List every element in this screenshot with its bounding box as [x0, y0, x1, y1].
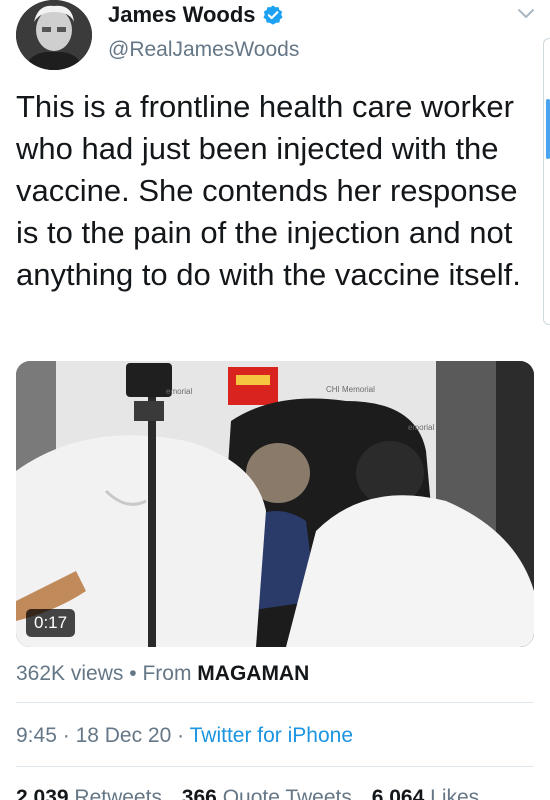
- verified-badge-icon: [263, 5, 283, 25]
- video-source-link[interactable]: MAGAMAN: [197, 662, 309, 685]
- banner-text-right: CHI Memorial: [326, 385, 375, 394]
- divider: [16, 766, 534, 767]
- likes-stat[interactable]: 6,064 Likes: [372, 786, 479, 800]
- client-link[interactable]: Twitter for iPhone: [190, 724, 353, 747]
- video-duration-badge: 0:17: [26, 609, 76, 637]
- author-name-row[interactable]: James Woods: [108, 2, 284, 28]
- tweet-time[interactable]: 9:45: [16, 724, 57, 747]
- retweets-stat[interactable]: 2,039 Retweets: [16, 786, 162, 800]
- divider: [16, 702, 534, 703]
- quotes-count: 366: [181, 786, 217, 800]
- avatar[interactable]: [16, 0, 92, 70]
- view-count: 362K views: [16, 662, 124, 685]
- retweets-label: Retweets: [74, 786, 162, 800]
- likes-count: 6,064: [371, 786, 425, 800]
- from-label: From: [142, 662, 192, 685]
- video-player[interactable]: emorial CHI Memorial emorial 0:17: [16, 361, 534, 647]
- tweet-meta: 9:45 · 18 Dec 20 · Twitter for iPhone: [16, 724, 353, 748]
- quote-tweets-stat[interactable]: 366 Quote Tweets: [182, 786, 352, 800]
- tweet-text: This is a frontline health care worker w…: [16, 89, 521, 292]
- meta-separator: ·: [177, 724, 185, 747]
- banner-text-far: emorial: [408, 423, 435, 432]
- chevron-down-icon[interactable]: [516, 6, 536, 20]
- engagement-stats: 2,039 Retweets 366 Quote Tweets 6,064 Li…: [16, 786, 493, 800]
- views-line: 362K views • From MAGAMAN: [16, 662, 309, 686]
- banner-text-left: emorial: [166, 387, 193, 396]
- tweet-date[interactable]: 18 Dec 20: [76, 724, 172, 747]
- retweets-count: 2,039: [16, 786, 69, 800]
- author-display-name[interactable]: James Woods: [108, 2, 256, 28]
- quotes-label: Quote Tweets: [222, 786, 352, 800]
- video-thumbnail: [16, 361, 534, 647]
- tweet-detail: James Woods @RealJamesWoods This is a fr…: [0, 0, 550, 800]
- meta-separator: ·: [62, 724, 70, 747]
- avatar-photo: [16, 0, 92, 70]
- views-separator: •: [129, 662, 137, 685]
- scrollbar[interactable]: [543, 38, 550, 325]
- author-handle[interactable]: @RealJamesWoods: [108, 38, 299, 62]
- likes-label: Likes: [430, 786, 480, 800]
- scrollbar-thumb[interactable]: [546, 99, 550, 159]
